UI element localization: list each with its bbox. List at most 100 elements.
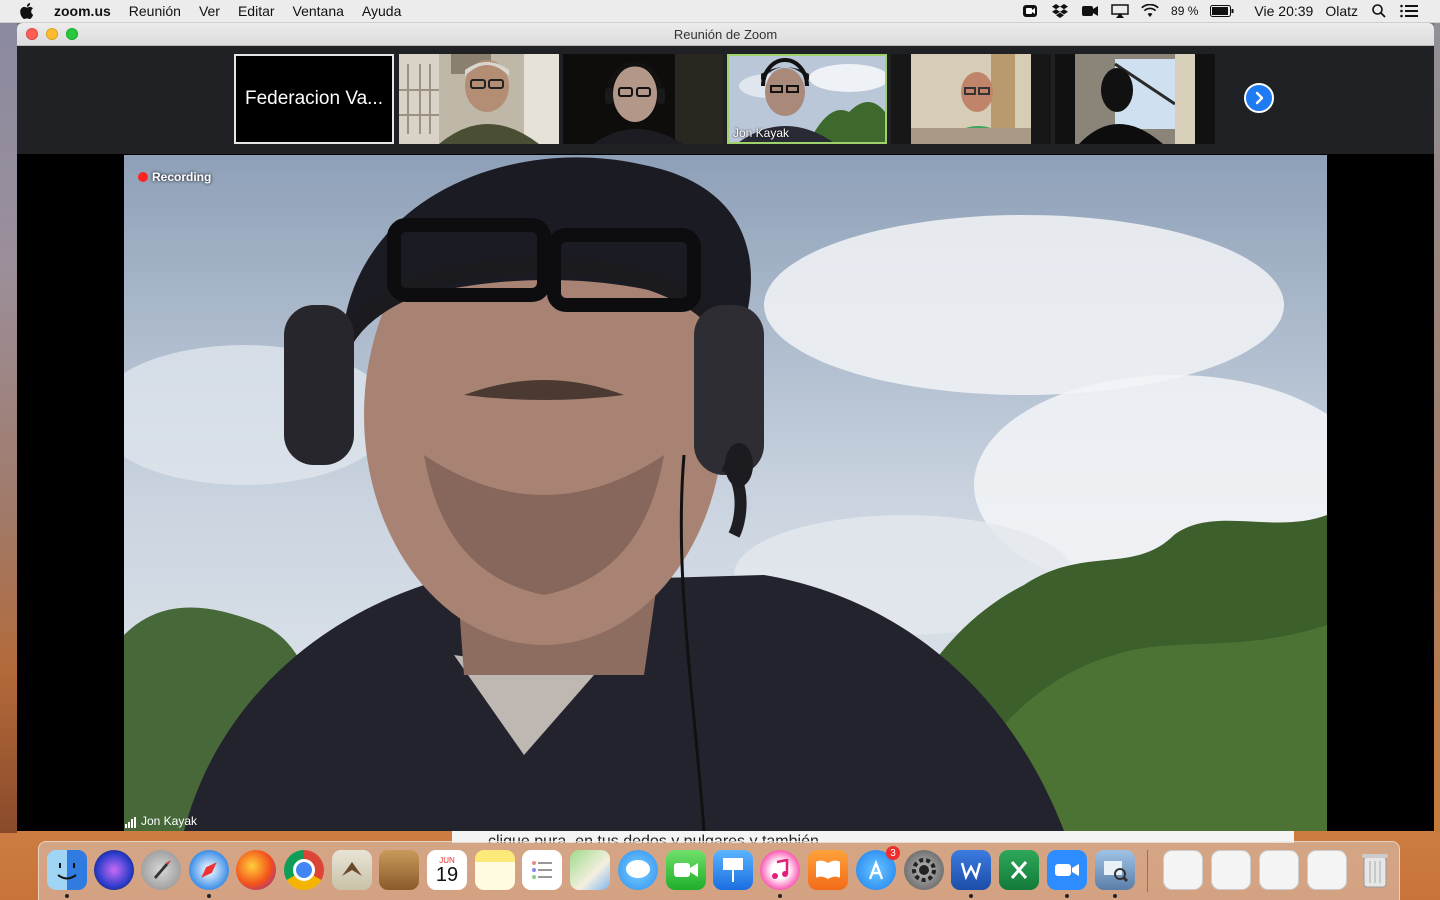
dock-recent-document-1[interactable] (1163, 850, 1203, 890)
dock-books-icon[interactable] (808, 850, 848, 890)
dock-notes-icon[interactable] (475, 850, 515, 890)
dropbox-icon[interactable] (1051, 4, 1069, 18)
appstore-update-badge: 3 (886, 846, 900, 860)
user-name[interactable]: Olatz (1325, 3, 1358, 19)
menu-ventana[interactable]: Ventana (293, 3, 344, 19)
dock-appstore-icon[interactable]: 3 (856, 846, 900, 890)
dock-recent-document-4[interactable] (1307, 850, 1347, 890)
participant-thumbnail-5[interactable] (891, 54, 1051, 144)
window-title: Reunión de Zoom (673, 26, 778, 42)
menu-bar: zoom.us Reunión Ver Editar Ventana Ayuda… (0, 0, 1440, 23)
itunes-running-indicator (778, 894, 782, 898)
dock-reminders-icon[interactable] (522, 850, 562, 890)
participant-gallery-strip: Federacion Va... Jon Kayak (17, 46, 1434, 154)
finder-running-indicator (65, 894, 69, 898)
recording-label: Recording (152, 170, 212, 184)
battery-percent: 89 % (1171, 4, 1199, 18)
chevron-right-icon (1255, 91, 1264, 105)
dock-calendar-icon[interactable]: JUN 19 (427, 850, 467, 890)
apple-menu-icon[interactable] (20, 3, 38, 19)
participant-thumbnail-2[interactable] (399, 54, 559, 144)
dock-facetime-icon[interactable] (666, 850, 706, 890)
open-book-icon (816, 860, 840, 879)
clock[interactable]: Vie 20:39 (1254, 3, 1313, 19)
dock-siri-icon[interactable] (94, 850, 134, 890)
menu-ver[interactable]: Ver (199, 3, 220, 19)
list-icon (532, 861, 552, 879)
participant-video-5 (891, 54, 1051, 144)
dock-zoom-icon[interactable] (1047, 850, 1087, 890)
dock-itunes-icon[interactable] (760, 850, 800, 890)
dock-separator (1147, 850, 1148, 892)
dock-chrome-icon[interactable] (284, 850, 324, 890)
participant-name-card: Federacion Va... (244, 88, 383, 109)
preview-running-indicator (1113, 894, 1117, 898)
gear-icon (912, 858, 936, 882)
participant-thumbnail-jon-kayak[interactable]: Jon Kayak (727, 54, 887, 144)
excel-x-icon (1010, 861, 1028, 879)
participant-video-3 (563, 54, 723, 144)
participant-thumbnail-federacion[interactable]: Federacion Va... (234, 54, 394, 144)
dock-recent-document-3[interactable] (1259, 850, 1299, 890)
speech-bubble-icon (626, 860, 650, 878)
active-speaker-video[interactable]: Recording (124, 155, 1327, 831)
dock-contacts-icon[interactable] (379, 850, 419, 890)
facetime-camera-icon (674, 863, 698, 877)
menu-ayuda[interactable]: Ayuda (362, 3, 401, 19)
next-page-button[interactable] (1244, 83, 1274, 113)
dock-trash-icon[interactable] (1355, 850, 1395, 890)
appstore-a-icon (868, 859, 884, 880)
participant-thumbnail-3[interactable] (563, 54, 723, 144)
trash-icon (1362, 854, 1388, 888)
recording-indicator: Recording (138, 170, 211, 184)
desktop-wallpaper-right (1434, 23, 1440, 833)
zoom-status-icon[interactable] (1021, 4, 1039, 18)
dock-excel-icon[interactable] (999, 850, 1039, 890)
compass-icon (201, 862, 217, 878)
active-participant-name: Jon Kayak (733, 126, 790, 140)
menu-app-name[interactable]: zoom.us (54, 3, 111, 19)
word-running-indicator (969, 894, 973, 898)
zoom-running-indicator (1065, 894, 1069, 898)
menu-reunion[interactable]: Reunión (129, 3, 181, 19)
dock-safari-icon[interactable] (189, 850, 229, 890)
recording-dot-icon (138, 172, 148, 182)
speaker-video-frame (124, 155, 1327, 831)
dock-preview-icon[interactable] (1095, 850, 1135, 890)
airplay-icon[interactable] (1111, 4, 1129, 18)
participant-thumbnail-6[interactable] (1055, 54, 1215, 144)
battery-icon[interactable] (1210, 4, 1234, 18)
dock-system-preferences-icon[interactable] (904, 850, 944, 890)
window-titlebar[interactable]: Reunión de Zoom (17, 23, 1434, 46)
signal-bars-icon (125, 817, 136, 828)
fullscreen-window-button[interactable] (66, 28, 78, 40)
magnifier-photo-icon (1104, 861, 1129, 883)
music-note-icon (772, 859, 789, 879)
desktop-wallpaper-left (0, 23, 17, 833)
word-w-icon (960, 862, 982, 881)
eagle-icon (342, 862, 362, 876)
dock-messages-icon[interactable] (618, 850, 658, 890)
dock: JUN 19 3 (38, 841, 1400, 900)
calendar-day: 19 (435, 863, 459, 886)
close-window-button[interactable] (26, 28, 38, 40)
zoom-meeting-window: Reunión de Zoom Federacion Va... Jon Kay… (17, 23, 1434, 831)
dock-keynote-icon[interactable] (713, 850, 753, 890)
spotlight-search-icon[interactable] (1370, 4, 1388, 18)
dock-firefox-icon[interactable] (236, 850, 276, 890)
dock-word-icon[interactable] (951, 850, 991, 890)
wifi-icon[interactable] (1141, 4, 1159, 18)
dock-maps-icon[interactable] (570, 850, 610, 890)
dock-launchpad-icon[interactable] (141, 850, 181, 890)
notification-center-icon[interactable] (1400, 4, 1418, 18)
video-camera-icon[interactable] (1081, 4, 1099, 18)
dock-recent-document-2[interactable] (1211, 850, 1251, 890)
rocket-icon (154, 860, 171, 879)
participant-video-6 (1055, 54, 1215, 144)
minimize-window-button[interactable] (46, 28, 58, 40)
dock-preview-bird-icon[interactable] (332, 850, 372, 890)
menu-editar[interactable]: Editar (238, 3, 275, 19)
dock-finder-icon[interactable] (47, 850, 87, 890)
zoom-camera-icon (1055, 864, 1079, 876)
speaker-name: Jon Kayak (141, 814, 198, 828)
